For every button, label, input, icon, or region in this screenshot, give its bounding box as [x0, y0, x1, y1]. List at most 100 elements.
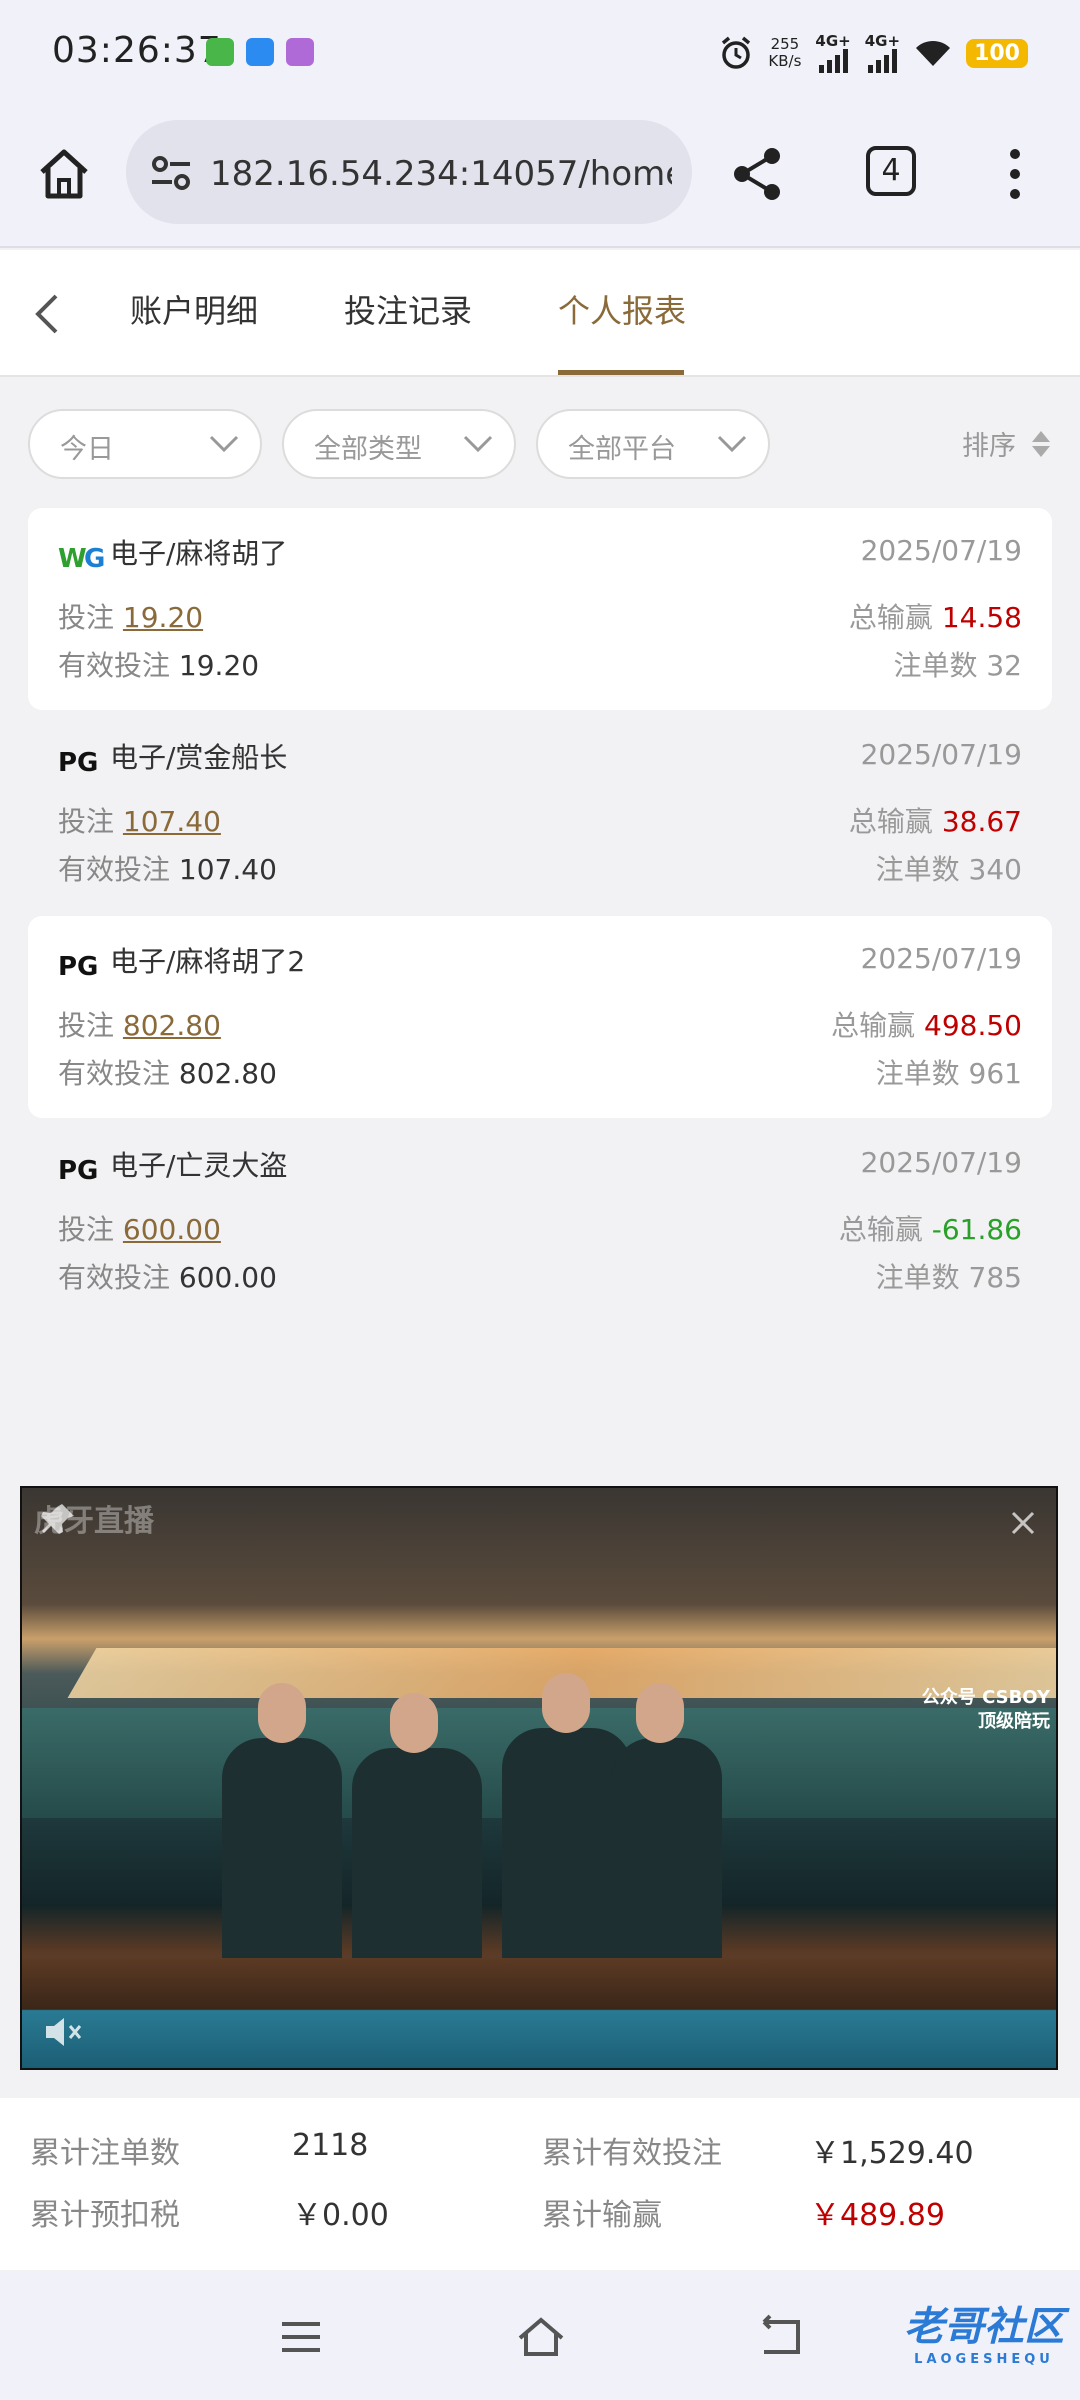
svg-text:W: W	[58, 544, 87, 570]
mute-icon[interactable]	[42, 2014, 84, 2050]
total-tax-label: 累计预扣税	[30, 2198, 180, 2233]
type-filter-label: 全部类型	[314, 434, 422, 465]
record-bet-amount[interactable]: 802.80	[123, 1009, 221, 1042]
svg-text:PG: PG	[58, 748, 98, 774]
record-title: 电子/亡灵大盗	[110, 1149, 288, 1182]
system-nav-bar: 老哥社区 LAOGESHEQU	[0, 2272, 1080, 2400]
record-valid-bet: 有效投注 600.00	[58, 1261, 277, 1294]
type-filter[interactable]: 全部类型	[282, 409, 516, 479]
status-time: 03:26:37	[52, 30, 222, 71]
video-player-figure	[612, 1738, 722, 1978]
chevron-down-icon	[717, 435, 747, 453]
sort-button[interactable]: 排序	[962, 424, 1052, 463]
total-win-value: ￥489.89	[810, 2198, 945, 2233]
total-tax-value: ￥0.00	[292, 2198, 389, 2233]
back-nav-icon[interactable]	[756, 2314, 806, 2360]
chevron-down-icon	[209, 435, 239, 453]
platform-filter-label: 全部平台	[568, 434, 676, 465]
svg-text:G: G	[84, 544, 105, 570]
record-total-win: 总输赢 498.50	[831, 1009, 1022, 1042]
more-menu-icon[interactable]	[1000, 146, 1030, 202]
record-bet: 投注 107.40	[58, 805, 221, 838]
share-icon[interactable]	[728, 144, 788, 204]
report-record[interactable]: PG 电子/赏金船长 2025/07/19 投注 107.40 有效投注 107…	[28, 712, 1052, 914]
net-speed: 255 KB/s	[768, 35, 802, 70]
record-bet: 投注 600.00	[58, 1213, 221, 1246]
video-player-figure	[352, 1748, 482, 1988]
video-player-figure	[222, 1738, 342, 1978]
pg-logo-icon: PG	[58, 952, 98, 978]
record-bet-amount[interactable]: 107.40	[123, 805, 221, 838]
date-filter[interactable]: 今日	[28, 409, 262, 479]
tab-account-details[interactable]: 账户明细	[130, 286, 258, 332]
record-title: 电子/赏金船长	[110, 741, 288, 774]
platform-filter[interactable]: 全部平台	[536, 409, 770, 479]
pg-logo-icon: PG	[58, 1156, 98, 1182]
back-icon[interactable]	[28, 286, 68, 342]
svg-text:PG: PG	[58, 952, 98, 978]
record-bet: 投注 19.20	[58, 601, 204, 634]
signal-icon-sim1: 4G+	[815, 33, 851, 73]
record-date: 2025/07/19	[860, 738, 1022, 771]
sort-label: 排序	[962, 431, 1016, 462]
total-orders-value: 2118	[292, 2128, 369, 2163]
close-icon[interactable]	[1010, 1510, 1036, 1536]
video-wechat-watermark: 公众号 CSBOY 顶级陪玩	[921, 1687, 1050, 1732]
status-bar: 03:26:37 255 KB/s 4G+ 4G+ 100	[0, 0, 1080, 106]
pg-logo-icon: PG	[58, 748, 98, 774]
date-filter-label: 今日	[60, 434, 114, 465]
total-orders-label: 累计注单数	[30, 2136, 180, 2171]
record-order-count: 注单数 785	[875, 1261, 1022, 1294]
signal-icon-sim2: 4G+	[865, 33, 900, 73]
floating-video-player[interactable]: 虎牙直播 公众号 CSBOY 顶级陪玩	[20, 1486, 1058, 2070]
record-valid-bet: 有效投注 802.80	[58, 1057, 277, 1090]
video-player-figure	[258, 1683, 306, 1743]
address-bar[interactable]: 182.16.54.234:14057/home/rep	[126, 120, 692, 224]
tab-personal-report[interactable]: 个人报表	[558, 286, 686, 332]
video-player-figure	[636, 1683, 684, 1743]
record-date: 2025/07/19	[860, 942, 1022, 975]
video-player-figure	[390, 1693, 438, 1753]
url-text[interactable]: 182.16.54.234:14057/home/rep	[210, 154, 672, 194]
app-notification-icon	[206, 38, 234, 66]
total-win-label: 累计输赢	[542, 2198, 662, 2233]
record-valid-bet: 有效投注 107.40	[58, 853, 277, 886]
sort-icon	[1032, 430, 1050, 457]
report-tab-bar: 账户明细 投注记录 个人报表	[0, 250, 1080, 377]
record-date: 2025/07/19	[860, 534, 1022, 567]
record-total-win: 总输赢 38.67	[848, 805, 1022, 838]
record-title: 电子/麻将胡了	[110, 537, 288, 570]
report-record[interactable]: PG 电子/亡灵大盗 2025/07/19 投注 600.00 有效投注 600…	[28, 1120, 1052, 1322]
report-record[interactable]: PG 电子/麻将胡了2 2025/07/19 投注 802.80 有效投注 80…	[28, 916, 1052, 1118]
report-summary: 累计注单数 2118 累计有效投注 ￥1,529.40 累计预扣税 ￥0.00 …	[0, 2098, 1080, 2270]
site-settings-icon[interactable]	[148, 150, 194, 196]
record-order-count: 注单数 32	[893, 649, 1022, 682]
svg-text:PG: PG	[58, 1156, 98, 1182]
status-indicators: 255 KB/s 4G+ 4G+ 100	[718, 30, 1028, 76]
record-date: 2025/07/19	[860, 1146, 1022, 1179]
record-bet-amount[interactable]: 19.20	[123, 601, 203, 634]
browser-toolbar: 182.16.54.234:14057/home/rep 4	[0, 106, 1080, 248]
record-order-count: 注单数 340	[875, 853, 1022, 886]
record-order-count: 注单数 961	[875, 1057, 1022, 1090]
video-desk	[22, 1958, 1056, 2068]
record-bet: 投注 802.80	[58, 1009, 221, 1042]
pin-icon[interactable]	[40, 1500, 78, 1538]
recent-apps-icon[interactable]	[276, 2314, 326, 2360]
record-total-win: 总输赢 14.58	[848, 601, 1022, 634]
tab-bet-records[interactable]: 投注记录	[344, 286, 472, 332]
video-player-figure	[542, 1673, 590, 1733]
home-icon[interactable]	[34, 144, 94, 204]
wifi-icon	[916, 40, 951, 66]
app-notification-icon	[286, 38, 314, 66]
total-valid-bet-label: 累计有效投注	[542, 2136, 722, 2171]
app-notification-icon	[246, 38, 274, 66]
tab-switcher-button[interactable]: 4	[866, 146, 916, 196]
record-valid-bet: 有效投注 19.20	[58, 649, 260, 682]
home-nav-icon[interactable]	[516, 2314, 566, 2360]
report-record[interactable]: WG 电子/麻将胡了 2025/07/19 投注 19.20 有效投注 19.2…	[28, 508, 1052, 710]
battery-indicator: 100	[966, 38, 1028, 68]
record-total-win: 总输赢 -61.86	[838, 1213, 1022, 1246]
site-watermark: 老哥社区 LAOGESHEQU	[904, 2304, 1064, 2367]
record-bet-amount[interactable]: 600.00	[123, 1213, 221, 1246]
